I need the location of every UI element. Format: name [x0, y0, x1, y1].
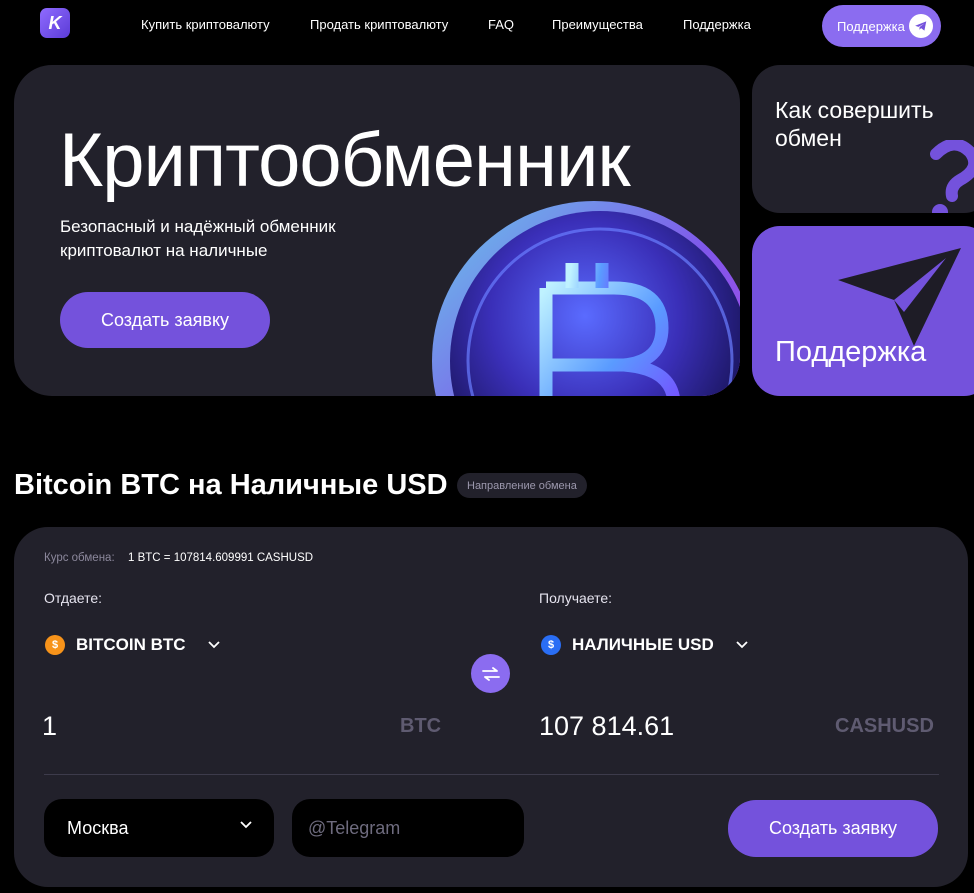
question-mark-icon [930, 140, 974, 213]
chevron-down-icon [736, 641, 748, 649]
bitcoin-icon: $ [45, 635, 65, 655]
city-select[interactable]: Москва [44, 799, 274, 857]
usd-icon: $ [541, 635, 561, 655]
nav-link-support[interactable]: Поддержка [683, 17, 751, 32]
nav-link-faq[interactable]: FAQ [488, 17, 514, 32]
give-currency-label: BITCOIN BTC [76, 635, 186, 654]
nav-support-button[interactable]: Поддержка [822, 5, 941, 47]
give-currency-select[interactable]: $ BITCOIN BTC [45, 635, 220, 655]
swap-arrows-icon [481, 666, 500, 681]
divider [44, 774, 939, 775]
rate-value: 1 BTC = 107814.609991 CASHUSD [128, 552, 314, 564]
swap-button[interactable] [471, 654, 510, 693]
nav-link-advantages[interactable]: Преимущества [552, 17, 643, 32]
hero-banner: Криптообменник Безопасный и надёжный обм… [14, 65, 740, 396]
receive-currency-select[interactable]: $ НАЛИЧНЫЕ USD [541, 635, 748, 655]
give-label: Отдаете: [44, 590, 103, 606]
receive-label: Получаете: [539, 590, 613, 606]
rate-label: Курс обмена: [44, 552, 115, 564]
hero-subtitle: Безопасный и надёжный обменник криптовал… [60, 217, 336, 260]
hero-create-request-button[interactable]: Создать заявку [60, 292, 270, 348]
nav-link-sell[interactable]: Продать криптовалюту [310, 17, 448, 32]
telegram-input[interactable] [292, 799, 524, 857]
logo[interactable]: K [40, 8, 70, 38]
hero-title: Криптообменник [59, 118, 631, 203]
give-amount-input[interactable] [42, 709, 342, 743]
nav-support-label: Поддержка [837, 18, 905, 34]
exchange-title: Bitcoin BTC на Наличные USD [14, 469, 448, 501]
exchange-direction-badge: Направление обмена [457, 473, 587, 498]
submit-request-button[interactable]: Создать заявку [728, 800, 938, 857]
receive-amount-input[interactable] [539, 709, 799, 743]
chevron-down-icon [207, 641, 220, 649]
telegram-icon [909, 14, 933, 38]
city-value: Москва [67, 817, 129, 838]
bitcoin-coin-image [432, 201, 740, 396]
receive-unit: CASHUSD [835, 715, 934, 737]
give-unit: BTC [400, 715, 442, 737]
receive-currency-label: НАЛИЧНЫЕ USD [572, 635, 714, 654]
chevron-down-icon [240, 821, 252, 829]
telegram-plane-icon [838, 248, 961, 346]
support-card-label: Поддержка [775, 336, 927, 368]
support-card[interactable]: Поддержка [752, 226, 974, 396]
how-to-exchange-card[interactable]: Как совершить обмен [752, 65, 974, 213]
nav-link-buy[interactable]: Купить криптовалюту [141, 17, 270, 32]
